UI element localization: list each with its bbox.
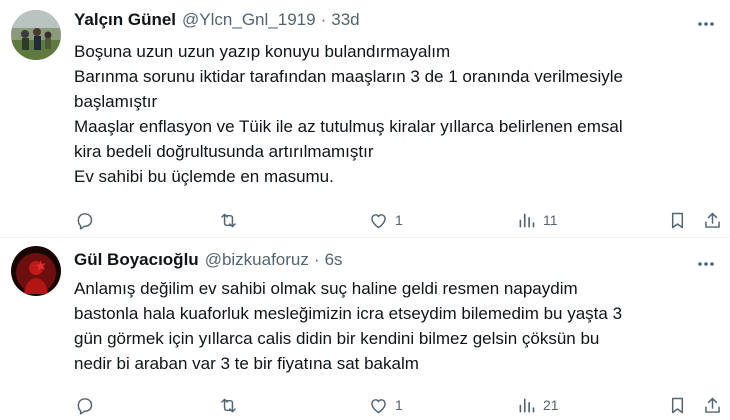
tweet-text-line: kira bedeli doğrultusunda artırılmamıştı… <box>74 142 374 161</box>
view-count: 11 <box>543 212 558 228</box>
tweet-text-line: Maaşlar enflasyon ve Tüik ile az tutulmu… <box>74 117 623 136</box>
views-icon <box>519 398 535 412</box>
author-handle[interactable]: @bizkuaforuz <box>205 250 309 270</box>
retweet-icon <box>221 398 236 412</box>
tweet-text-line: Ev sahibi bu üçlemde en masumu. <box>74 167 334 186</box>
author-name[interactable]: Yalçın Günel <box>74 10 176 30</box>
retweet-button[interactable] <box>218 393 245 417</box>
view-count: 21 <box>543 397 559 413</box>
retweet-icon <box>221 213 236 227</box>
tweet-text-line: Barınma sorunu iktidar tarafından maaşla… <box>74 67 624 86</box>
tweet-text-line: gün görmek için yıllarca calis didin bir… <box>74 329 600 348</box>
share-button[interactable] <box>702 393 723 417</box>
separator-dot: · <box>313 250 320 269</box>
avatar-photo-icon <box>11 246 61 296</box>
tweet-item[interactable]: Gül Boyacıoğlu @bizkuaforuz · 6s Anlamış… <box>0 238 730 420</box>
bookmark-button[interactable] <box>667 208 688 232</box>
tweet-text-line: bastonla hala kuaforluk mesleğimizin icr… <box>74 304 623 323</box>
reply-button[interactable] <box>74 208 101 232</box>
avatar[interactable] <box>11 246 61 296</box>
views-button[interactable]: 21 <box>516 393 559 417</box>
tweet-actions: 1 21 <box>0 393 730 417</box>
avatar[interactable] <box>11 10 61 60</box>
like-count: 1 <box>395 397 403 413</box>
more-options-button[interactable] <box>696 14 716 34</box>
avatar-photo-icon <box>11 10 61 60</box>
more-options-icon <box>698 262 714 266</box>
timestamp[interactable]: 6s <box>325 250 343 270</box>
tweet-text: Anlamış değilim ev sahibi olmak suç hali… <box>74 276 714 376</box>
reply-icon <box>77 212 93 230</box>
heart-icon <box>371 398 386 413</box>
reply-icon <box>77 397 93 415</box>
tweet-actions: 1 11 <box>0 208 730 232</box>
timestamp[interactable]: 33d <box>331 10 359 30</box>
views-icon <box>519 213 535 227</box>
author-handle[interactable]: @Ylcn_Gnl_1919 <box>182 10 316 30</box>
tweet-text-line: Anlamış değilim ev sahibi olmak suç hali… <box>74 279 578 298</box>
tweet-item[interactable]: Yalçın Günel @Ylcn_Gnl_1919 · 33d Boşuna… <box>0 0 730 238</box>
retweet-button[interactable] <box>218 208 245 232</box>
share-icon <box>705 397 720 413</box>
like-button[interactable]: 1 <box>368 208 403 232</box>
share-icon <box>705 212 720 228</box>
bookmark-icon <box>671 397 684 413</box>
tweet-text-line: nedir bi araban var 3 te bir fiyatına sa… <box>74 354 419 373</box>
bookmark-icon <box>671 212 684 228</box>
tweet-text-line: Boşuna uzun uzun yazıp konuyu bulandırma… <box>74 42 451 61</box>
views-button[interactable]: 11 <box>516 208 558 232</box>
tweet-text: Boşuna uzun uzun yazıp konuyu bulandırma… <box>74 39 714 189</box>
tweet-header: Yalçın Günel @Ylcn_Gnl_1919 · 33d <box>74 10 360 30</box>
author-name[interactable]: Gül Boyacıoğlu <box>74 250 199 270</box>
heart-icon <box>371 213 386 228</box>
separator-dot: · <box>320 10 327 29</box>
tweet-text-line: başlamıştır <box>74 92 158 111</box>
like-button[interactable]: 1 <box>368 393 403 417</box>
bookmark-button[interactable] <box>667 393 688 417</box>
reply-button[interactable] <box>74 393 101 417</box>
more-options-icon <box>698 22 714 26</box>
tweet-header: Gül Boyacıoğlu @bizkuaforuz · 6s <box>74 250 343 270</box>
like-count: 1 <box>395 212 403 228</box>
share-button[interactable] <box>702 208 723 232</box>
more-options-button[interactable] <box>696 254 716 274</box>
